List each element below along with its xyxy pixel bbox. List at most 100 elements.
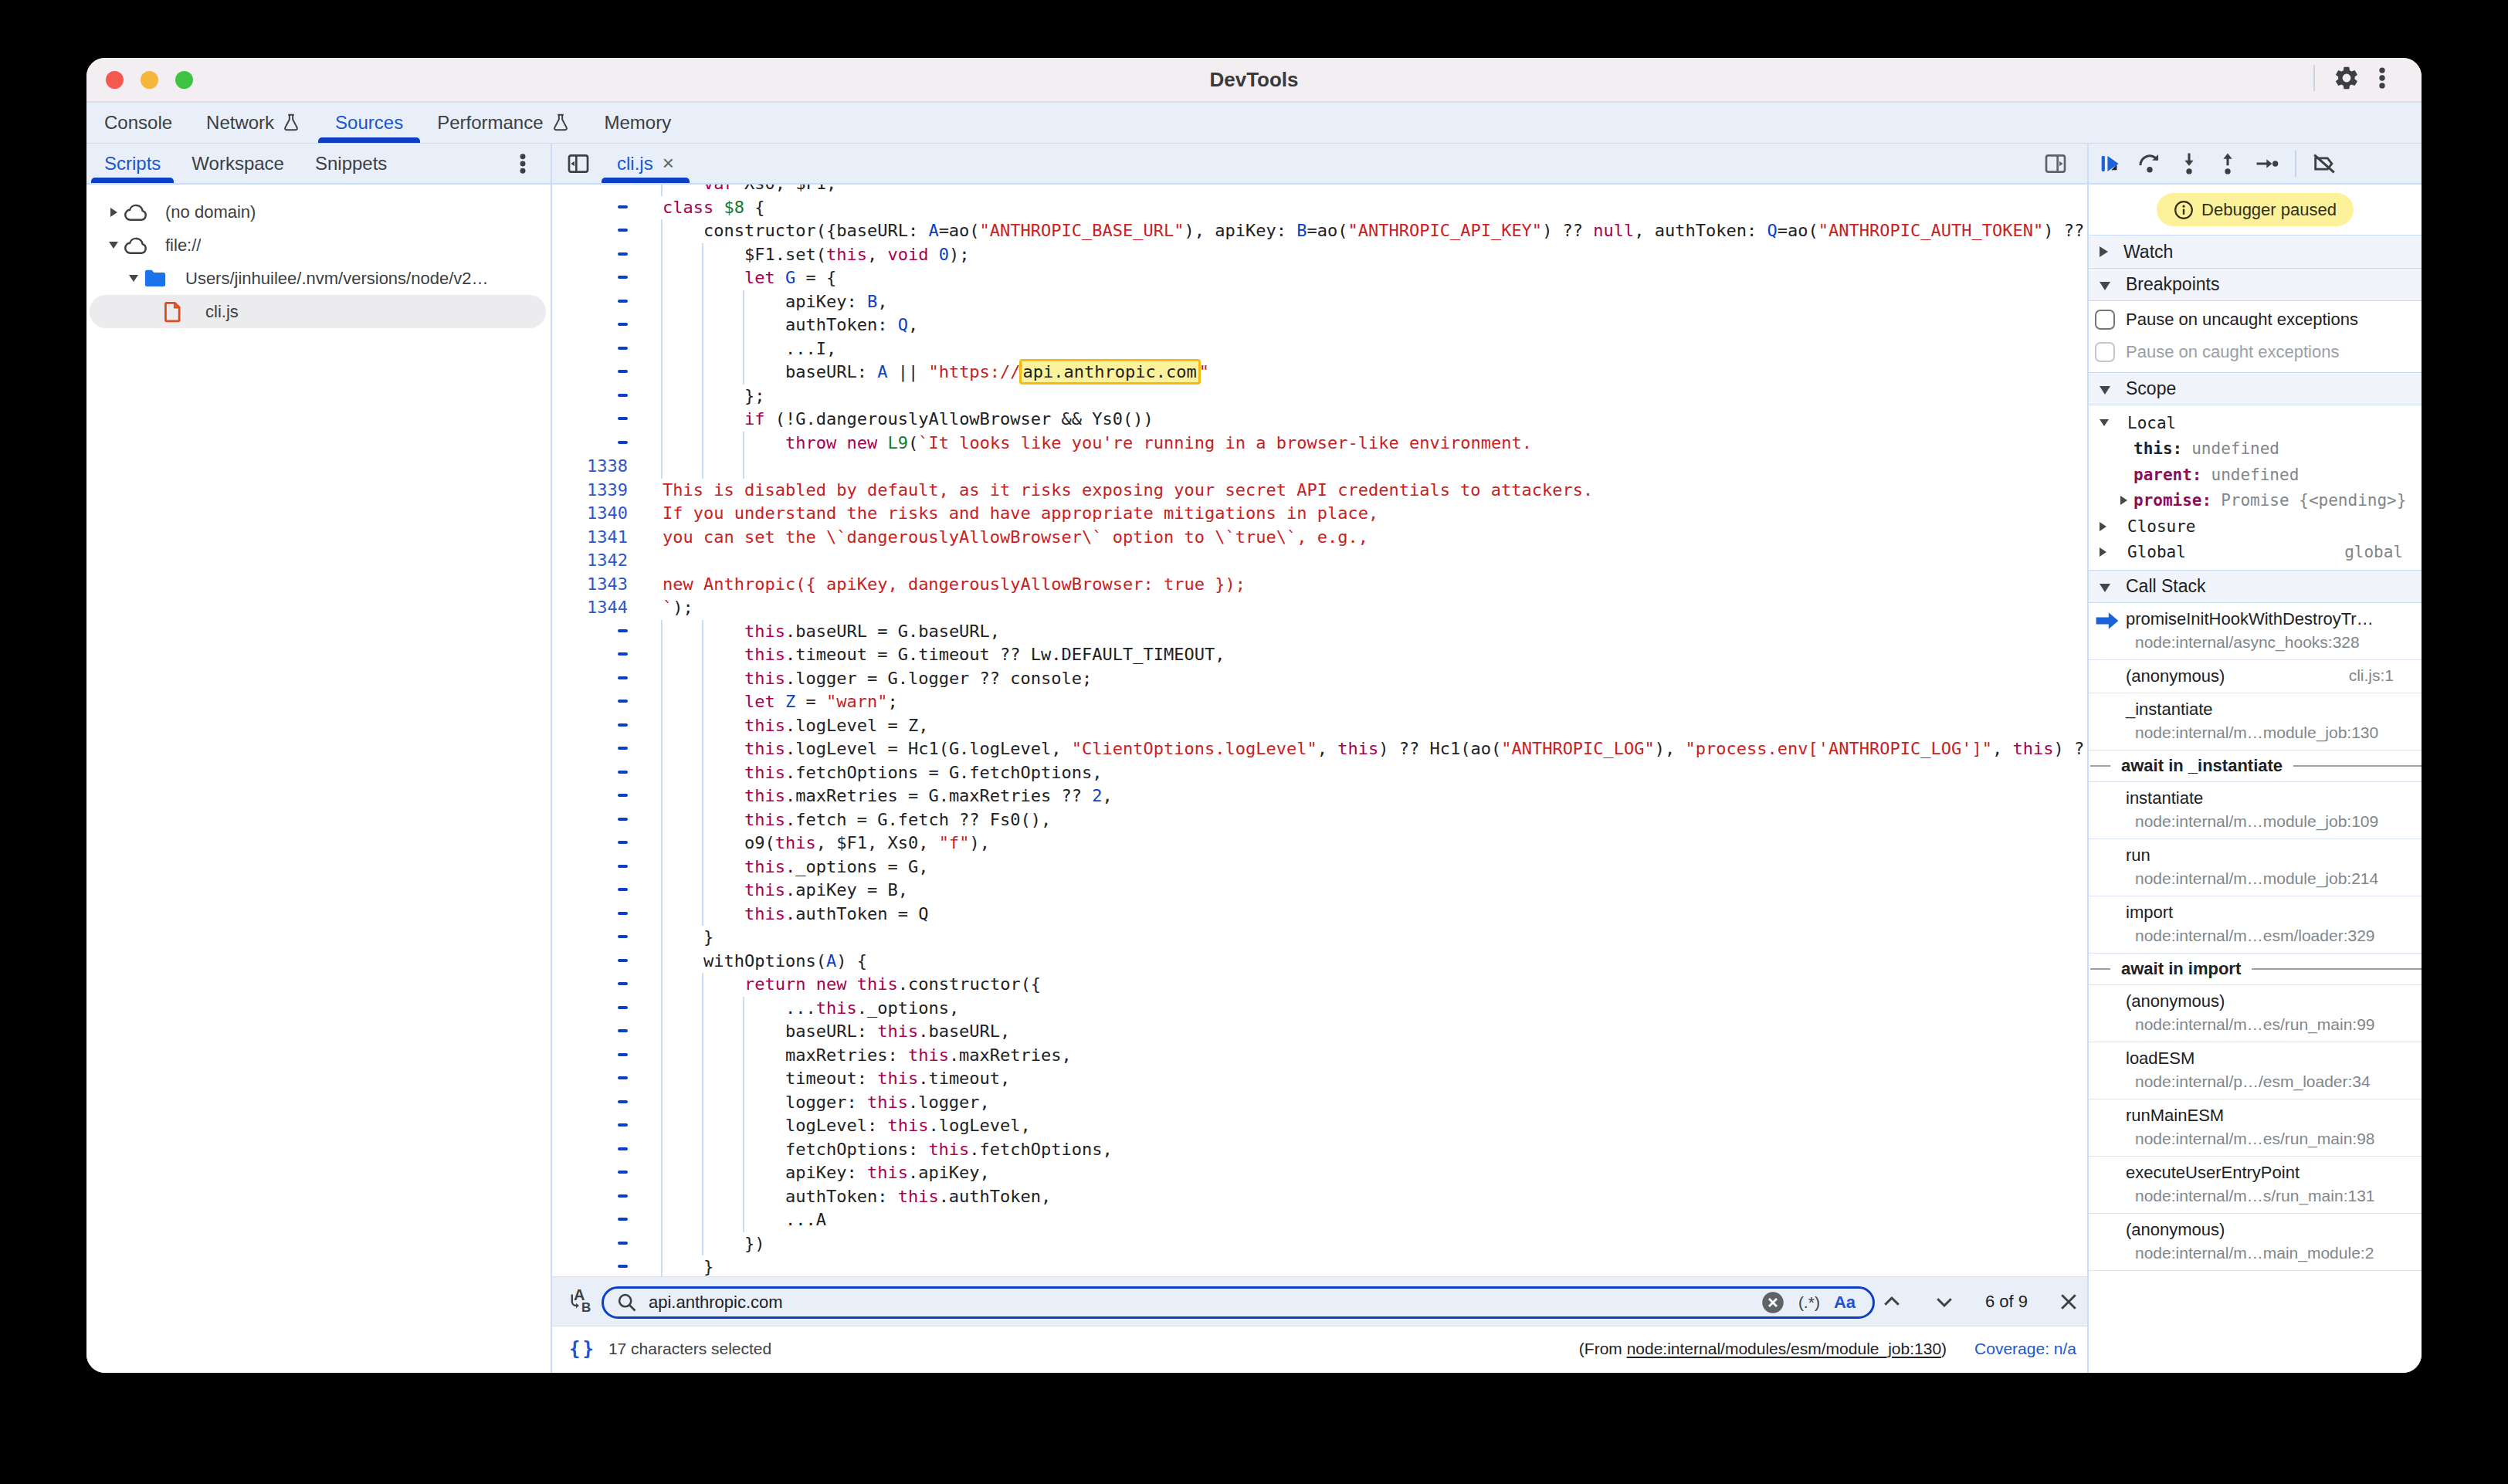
navigator-tab-snippets[interactable]: Snippets <box>302 144 400 183</box>
scope-value: global <box>2344 543 2403 561</box>
main-tab-sources[interactable]: Sources <box>318 103 420 143</box>
frame-location: node:internal/m…module_job:214 <box>2135 869 2378 888</box>
main-tab-performance[interactable]: Performance <box>420 103 587 143</box>
code-scroll-area[interactable]: var Xs0, $F1;class $8 { constructor({bas… <box>552 185 2087 1278</box>
call-stack-frame[interactable]: importnode:internal/m…esm/loader:329 <box>2089 896 2422 954</box>
editor-tab-cli-js[interactable]: cli.js × <box>602 144 690 183</box>
scope-row-promise[interactable]: promise:Promise {<pending>} <box>2089 488 2422 514</box>
frame-name: (anonymous) <box>2126 1220 2225 1240</box>
clear-search-icon[interactable] <box>1761 1291 1784 1314</box>
code-line: } <box>552 1255 2087 1278</box>
tree-item-Users-jinhuilee-nvm-versions-node-v-[interactable]: Users/jinhuilee/.nvm/versions/node/v2… <box>86 262 551 295</box>
settings-gear-icon[interactable] <box>2333 65 2360 91</box>
code-line: 1343new Anthropic({ apiKey, dangerouslyA… <box>552 573 2087 597</box>
call-stack-frame[interactable]: executeUserEntryPointnode:internal/m…s/r… <box>2089 1157 2422 1214</box>
source-origin-link[interactable]: node:internal/modules/esm/module_job:130 <box>1627 1340 1941 1357</box>
breakpoint-gutter-dash <box>552 337 628 361</box>
disclosure-collapsed-icon[interactable] <box>103 208 124 217</box>
step-out-icon[interactable] <box>2215 151 2241 177</box>
code-line: 1344`); <box>552 596 2087 620</box>
section-watch[interactable]: Watch <box>2089 235 2422 268</box>
scope-row-Global[interactable]: Globalglobal <box>2089 540 2422 566</box>
breakpoint-gutter-dash <box>552 620 628 644</box>
code-line: this._options = G, <box>552 856 2087 879</box>
breakpoint-gutter-dash <box>552 737 628 761</box>
call-stack-frame[interactable]: (anonymous)cli.js:1 <box>2089 660 2422 693</box>
disclosure-expanded-icon[interactable] <box>124 275 144 282</box>
call-stack-frame[interactable]: loadESM node:internal/p…/esm_loader:34 <box>2089 1042 2422 1099</box>
search-input[interactable]: api.anthropic.com (.*) Aa <box>602 1286 1875 1319</box>
editor-tab-label: cli.js <box>617 153 653 174</box>
more-options-kebab-icon[interactable] <box>2378 65 2386 91</box>
scope-row-parent[interactable]: parent:undefined <box>2089 462 2422 488</box>
code-line: baseURL: A || "https://api.anthropic.com… <box>552 361 2087 385</box>
pretty-print-icon[interactable]: {} <box>569 1338 596 1360</box>
info-icon <box>2174 200 2194 220</box>
checkbox[interactable] <box>2095 310 2115 330</box>
frame-location: node:internal/p…/esm_loader:34 <box>2135 1072 2371 1091</box>
tree-item-cli-js[interactable]: cli.js <box>86 295 551 328</box>
previous-match-icon[interactable] <box>1880 1290 1903 1313</box>
step-icon[interactable] <box>2253 151 2281 177</box>
scope-row-this[interactable]: this: undefined <box>2089 436 2422 462</box>
coverage-link[interactable]: Coverage: n/a <box>1974 1340 2076 1358</box>
folder-icon <box>144 269 185 289</box>
call-stack-frame[interactable]: promiseInitHookWithDestroyTr…node:intern… <box>2089 603 2422 660</box>
section-scope[interactable]: Scope <box>2089 372 2422 405</box>
main-tab-memory[interactable]: Memory <box>588 103 689 143</box>
main-tab-network[interactable]: Network <box>189 103 318 143</box>
scope-row-Local[interactable]: Local <box>2089 410 2422 436</box>
scope-prop-value: undefined <box>2211 466 2300 484</box>
close-search-icon[interactable] <box>2057 1290 2080 1313</box>
scope-prop-value: undefined <box>2191 439 2279 458</box>
scope-prop-name: this: <box>2133 439 2182 458</box>
await-label: await in _instantiate <box>2121 756 2283 776</box>
tree-item-label: cli.js <box>205 302 239 322</box>
section-call-stack[interactable]: Call Stack <box>2089 570 2422 603</box>
main-tab-console[interactable]: Console <box>87 103 189 143</box>
code-line: this.logLevel = Z, <box>552 714 2087 738</box>
breakpoint-gutter-dash <box>552 1185 628 1209</box>
navigator-tab-scripts[interactable]: Scripts <box>91 144 174 183</box>
call-stack-frame[interactable]: runnode:internal/m…module_job:214 <box>2089 839 2422 896</box>
deactivate-breakpoints-icon[interactable] <box>2310 151 2338 177</box>
call-stack-frame[interactable]: instantiatenode:internal/m…module_job:10… <box>2089 782 2422 839</box>
hide-navigator-panel-icon[interactable] <box>566 151 591 176</box>
next-match-icon[interactable] <box>1933 1290 1956 1313</box>
call-stack-await-row: await in import <box>2089 954 2422 985</box>
debugger-sidebar: Debugger paused Watch Breakpoints Pause … <box>2089 185 2422 1373</box>
match-case-toggle[interactable]: Aa <box>1834 1293 1856 1313</box>
navigator-more-kebab-icon[interactable] <box>519 144 527 183</box>
code-line: timeout: this.timeout, <box>552 1067 2087 1091</box>
regex-toggle[interactable]: (.*) <box>1798 1293 1820 1312</box>
tree-item--no-domain-[interactable]: (no domain) <box>86 195 551 229</box>
frame-name: loadESM <box>2126 1049 2194 1069</box>
frame-location: node:internal/m…es/run_main:98 <box>2135 1130 2375 1148</box>
frame-name: instantiate <box>2126 788 2203 808</box>
checkbox[interactable] <box>2095 342 2115 362</box>
step-into-icon[interactable] <box>2176 151 2202 177</box>
section-breakpoints[interactable]: Breakpoints <box>2089 268 2422 301</box>
call-stack-frame[interactable]: _instantiatenode:internal/m…module_job:1… <box>2089 693 2422 750</box>
code-line: 1341you can set the \`dangerouslyAllowBr… <box>552 526 2087 550</box>
hide-debugger-panel-icon[interactable] <box>2043 151 2068 176</box>
call-stack-frame[interactable]: (anonymous)node:internal/m…main_module:2 <box>2089 1214 2422 1271</box>
scope-prop-value: Promise {<pending>} <box>2221 491 2406 510</box>
window-title: DevTools <box>86 58 2422 103</box>
step-over-icon[interactable] <box>2136 151 2164 177</box>
close-tab-icon[interactable]: × <box>663 151 674 175</box>
tree-item-file-[interactable]: file:// <box>86 229 551 262</box>
code-line: authToken: this.authToken, <box>552 1185 2087 1209</box>
frame-name: import <box>2126 903 2173 923</box>
code-line: let G = { <box>552 266 2087 290</box>
disclosure-expanded-icon[interactable] <box>103 242 124 249</box>
call-stack-frame[interactable]: (anonymous)node:internal/m…es/run_main:9… <box>2089 985 2422 1042</box>
resume-script-icon[interactable] <box>2097 151 2123 177</box>
file-icon <box>164 301 205 323</box>
line-number: 1340 <box>552 502 628 526</box>
disclosure-collapsed-icon <box>2100 522 2127 531</box>
scope-row-Closure[interactable]: Closure <box>2089 513 2422 540</box>
call-stack-frame[interactable]: runMainESMnode:internal/m…es/run_main:98 <box>2089 1099 2422 1157</box>
navigator-tab-workspace[interactable]: Workspace <box>178 144 297 183</box>
search-replace-toggle-icon[interactable]: AB <box>568 1289 594 1317</box>
